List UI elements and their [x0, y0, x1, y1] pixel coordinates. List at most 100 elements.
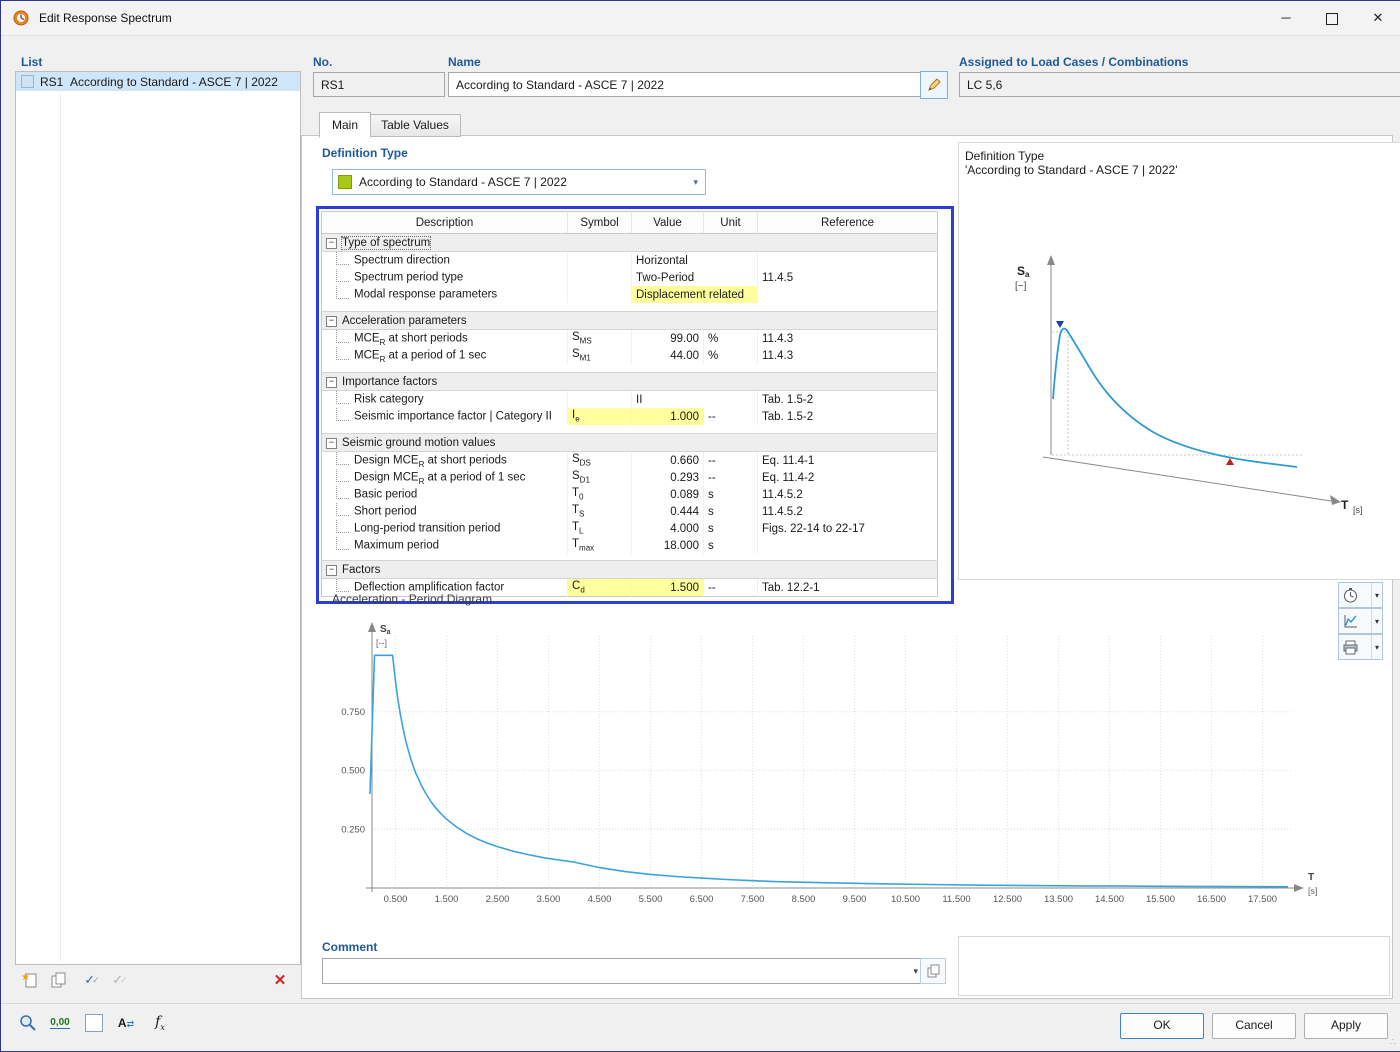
tab-main[interactable]: Main: [319, 112, 371, 138]
collapse-icon[interactable]: −: [326, 238, 337, 249]
units-settings-button[interactable]: A⇄: [113, 1010, 139, 1036]
param-group-row[interactable]: −Importance factors: [322, 373, 938, 391]
list-item-name: According to Standard - ASCE 7 | 2022: [70, 75, 278, 89]
param-value-cell[interactable]: 18.000: [632, 537, 704, 554]
print-options-button[interactable]: ▾: [1338, 634, 1383, 660]
clock-options-button[interactable]: ▾: [1338, 582, 1383, 608]
param-desc-cell: Spectrum direction: [322, 252, 568, 270]
param-desc-cell: MCER at short periods: [322, 330, 568, 348]
edit-name-button[interactable]: [920, 71, 948, 99]
param-value-cell[interactable]: 0.444: [632, 503, 704, 520]
decimal-places-icon: 0,00: [50, 1017, 69, 1029]
preview-subtitle: 'According to Standard - ASCE 7 | 2022': [965, 163, 1395, 177]
param-value-cell[interactable]: Two-Period: [632, 269, 758, 286]
list-item[interactable]: RS1According to Standard - ASCE 7 | 2022: [16, 72, 300, 91]
resize-grip[interactable]: ∴: [1390, 1037, 1397, 1048]
param-group-row[interactable]: −Acceleration parameters: [322, 312, 938, 330]
dropdown-arrow-icon[interactable]: ▾: [1371, 609, 1382, 633]
param-reference-cell: 11.4.3: [758, 330, 938, 348]
param-reference-cell: [758, 286, 938, 303]
comment-label: Comment: [322, 940, 377, 954]
rs-list: RS1According to Standard - ASCE 7 | 2022: [15, 71, 301, 965]
param-symbol-cell: TL: [568, 520, 632, 537]
param-unit-cell: --: [704, 469, 758, 486]
definition-preview-panel: Definition Type 'According to Standard -…: [958, 142, 1400, 580]
name-input[interactable]: According to Standard - ASCE 7 | 2022: [448, 72, 930, 97]
svg-text:2.500: 2.500: [486, 894, 510, 905]
tree-connector: [336, 330, 349, 343]
spacer-row: [322, 364, 938, 373]
param-value-cell[interactable]: 4.000: [632, 520, 704, 537]
param-desc-cell: MCER at a period of 1 sec: [322, 347, 568, 364]
svg-text:7.500: 7.500: [741, 894, 765, 905]
formula-button[interactable]: fx: [147, 1010, 173, 1036]
tree-connector: [336, 286, 349, 299]
spectrum-color-swatch: [21, 75, 34, 88]
display-mode-button[interactable]: [81, 1010, 107, 1036]
param-group-row[interactable]: −Seismic ground motion values: [322, 434, 938, 452]
apply-button[interactable]: Apply: [1304, 1013, 1388, 1039]
param-desc-cell: Basic period: [322, 486, 568, 503]
dropdown-arrow-icon[interactable]: ▾: [1371, 583, 1382, 607]
param-value-cell[interactable]: 0.293: [632, 469, 704, 486]
svg-text:1.500: 1.500: [435, 894, 459, 905]
param-symbol-cell: [568, 286, 632, 303]
close-button[interactable]: ✕: [1355, 1, 1400, 34]
uncheck-entries-button[interactable]: ✓ ✓: [107, 967, 133, 993]
ok-button[interactable]: OK: [1120, 1013, 1204, 1039]
param-symbol-cell: Cd: [568, 579, 632, 597]
param-unit-cell: s: [704, 520, 758, 537]
assigned-input: LC 5,6: [959, 72, 1400, 97]
parameter-table-highlight-box: Description Symbol Value Unit Reference …: [316, 206, 954, 604]
maximize-button[interactable]: [1309, 1, 1355, 34]
col-reference: Reference: [758, 212, 938, 234]
minimize-button[interactable]: ─: [1263, 1, 1309, 34]
param-value-cell[interactable]: 1.000: [632, 408, 704, 425]
tree-connector: [336, 452, 349, 465]
name-label: Name: [448, 55, 481, 69]
param-value-cell[interactable]: II: [632, 391, 758, 409]
dropdown-arrow-icon[interactable]: ▾: [1371, 635, 1382, 659]
collapse-icon[interactable]: −: [326, 438, 337, 449]
definition-type-label: Definition Type: [322, 146, 408, 160]
tree-connector: [336, 579, 349, 592]
collapse-icon[interactable]: −: [326, 377, 337, 388]
new-entry-button[interactable]: ★: [17, 967, 43, 993]
param-unit-cell: %: [704, 330, 758, 348]
param-reference-cell: Tab. 12.2-1: [758, 579, 938, 597]
svg-text:[s]: [s]: [1308, 886, 1318, 896]
param-value-cell[interactable]: 1.500: [632, 579, 704, 597]
param-row: MCER at short periodsSMS99.00%11.4.3: [322, 330, 938, 348]
preview-title: Definition Type: [965, 149, 1395, 163]
check-entries-button[interactable]: ✓ ✓: [79, 967, 105, 993]
param-value-cell[interactable]: 99.00: [632, 330, 704, 348]
comment-select[interactable]: ▾: [322, 958, 926, 984]
svg-text:12.500: 12.500: [993, 894, 1022, 905]
param-value-cell[interactable]: 44.00: [632, 347, 704, 364]
param-value-cell[interactable]: Horizontal: [632, 252, 758, 270]
cancel-button[interactable]: Cancel: [1212, 1013, 1296, 1039]
col-value: Value: [632, 212, 704, 234]
decimal-places-button[interactable]: 0,00: [47, 1010, 73, 1036]
copy-entry-button[interactable]: [45, 967, 71, 993]
details-button[interactable]: [15, 1010, 41, 1036]
definition-type-select[interactable]: According to Standard - ASCE 7 | 2022 ▾: [332, 169, 706, 195]
delete-entry-button[interactable]: ✕: [267, 967, 293, 993]
units-icon: A⇄: [118, 1016, 134, 1030]
collapse-icon[interactable]: −: [326, 565, 337, 576]
no-input: RS1: [313, 72, 445, 97]
tab-table-values[interactable]: Table Values: [369, 114, 461, 137]
spacer-row: [322, 425, 938, 434]
chevron-down-icon: ▾: [691, 177, 700, 188]
param-desc-cell: Design MCER at a period of 1 sec: [322, 469, 568, 486]
param-group-row[interactable]: −Factors: [322, 561, 938, 579]
diagram-options-button[interactable]: ▾: [1338, 608, 1383, 634]
spacer-row: [322, 303, 938, 312]
param-group-row[interactable]: −Type of spectrum: [322, 234, 938, 252]
param-value-cell[interactable]: Displacement related: [632, 286, 758, 303]
param-value-cell[interactable]: 0.660: [632, 452, 704, 470]
param-value-cell[interactable]: 0.089: [632, 486, 704, 503]
copy-comment-button[interactable]: [920, 958, 946, 984]
collapse-icon[interactable]: −: [326, 316, 337, 327]
svg-text:8.500: 8.500: [792, 894, 816, 905]
